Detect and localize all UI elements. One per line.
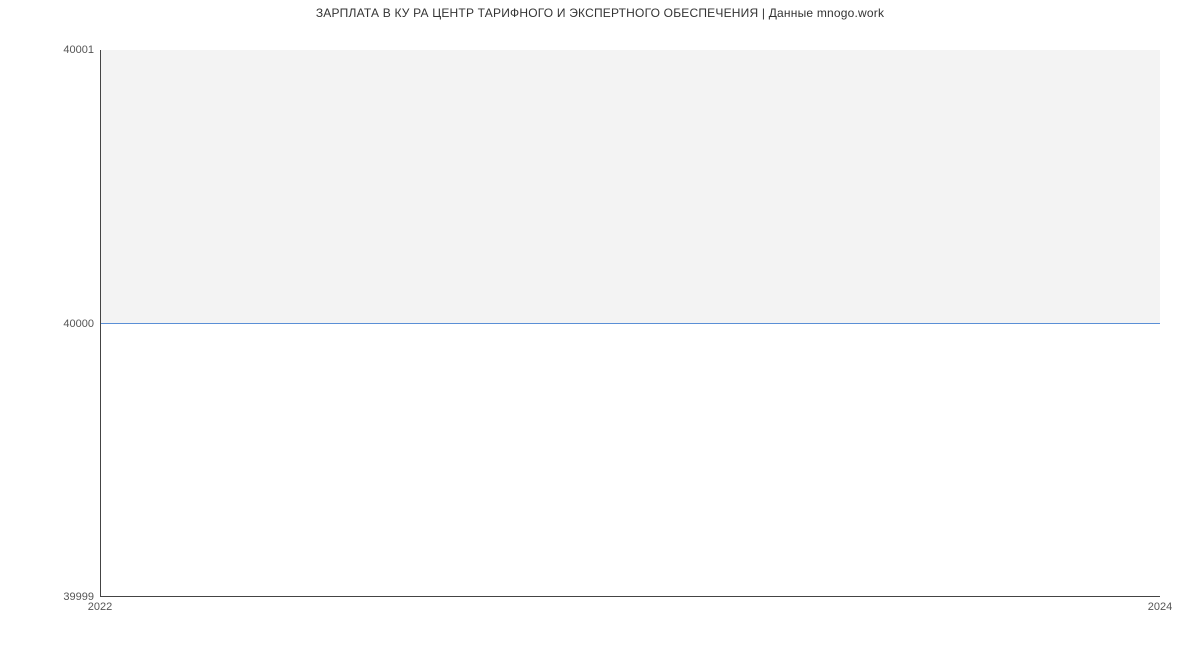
y-tick-label: 40001 bbox=[63, 44, 94, 56]
x-tick-label: 2022 bbox=[88, 601, 112, 613]
area-fill bbox=[101, 50, 1160, 323]
chart-title: ЗАРПЛАТА В КУ РА ЦЕНТР ТАРИФНОГО И ЭКСПЕ… bbox=[0, 6, 1200, 20]
data-line bbox=[101, 323, 1160, 324]
plot-area bbox=[100, 50, 1160, 597]
x-tick-label: 2024 bbox=[1148, 601, 1172, 613]
y-tick-label: 40000 bbox=[63, 318, 94, 330]
chart-container: ЗАРПЛАТА В КУ РА ЦЕНТР ТАРИФНОГО И ЭКСПЕ… bbox=[0, 0, 1200, 650]
